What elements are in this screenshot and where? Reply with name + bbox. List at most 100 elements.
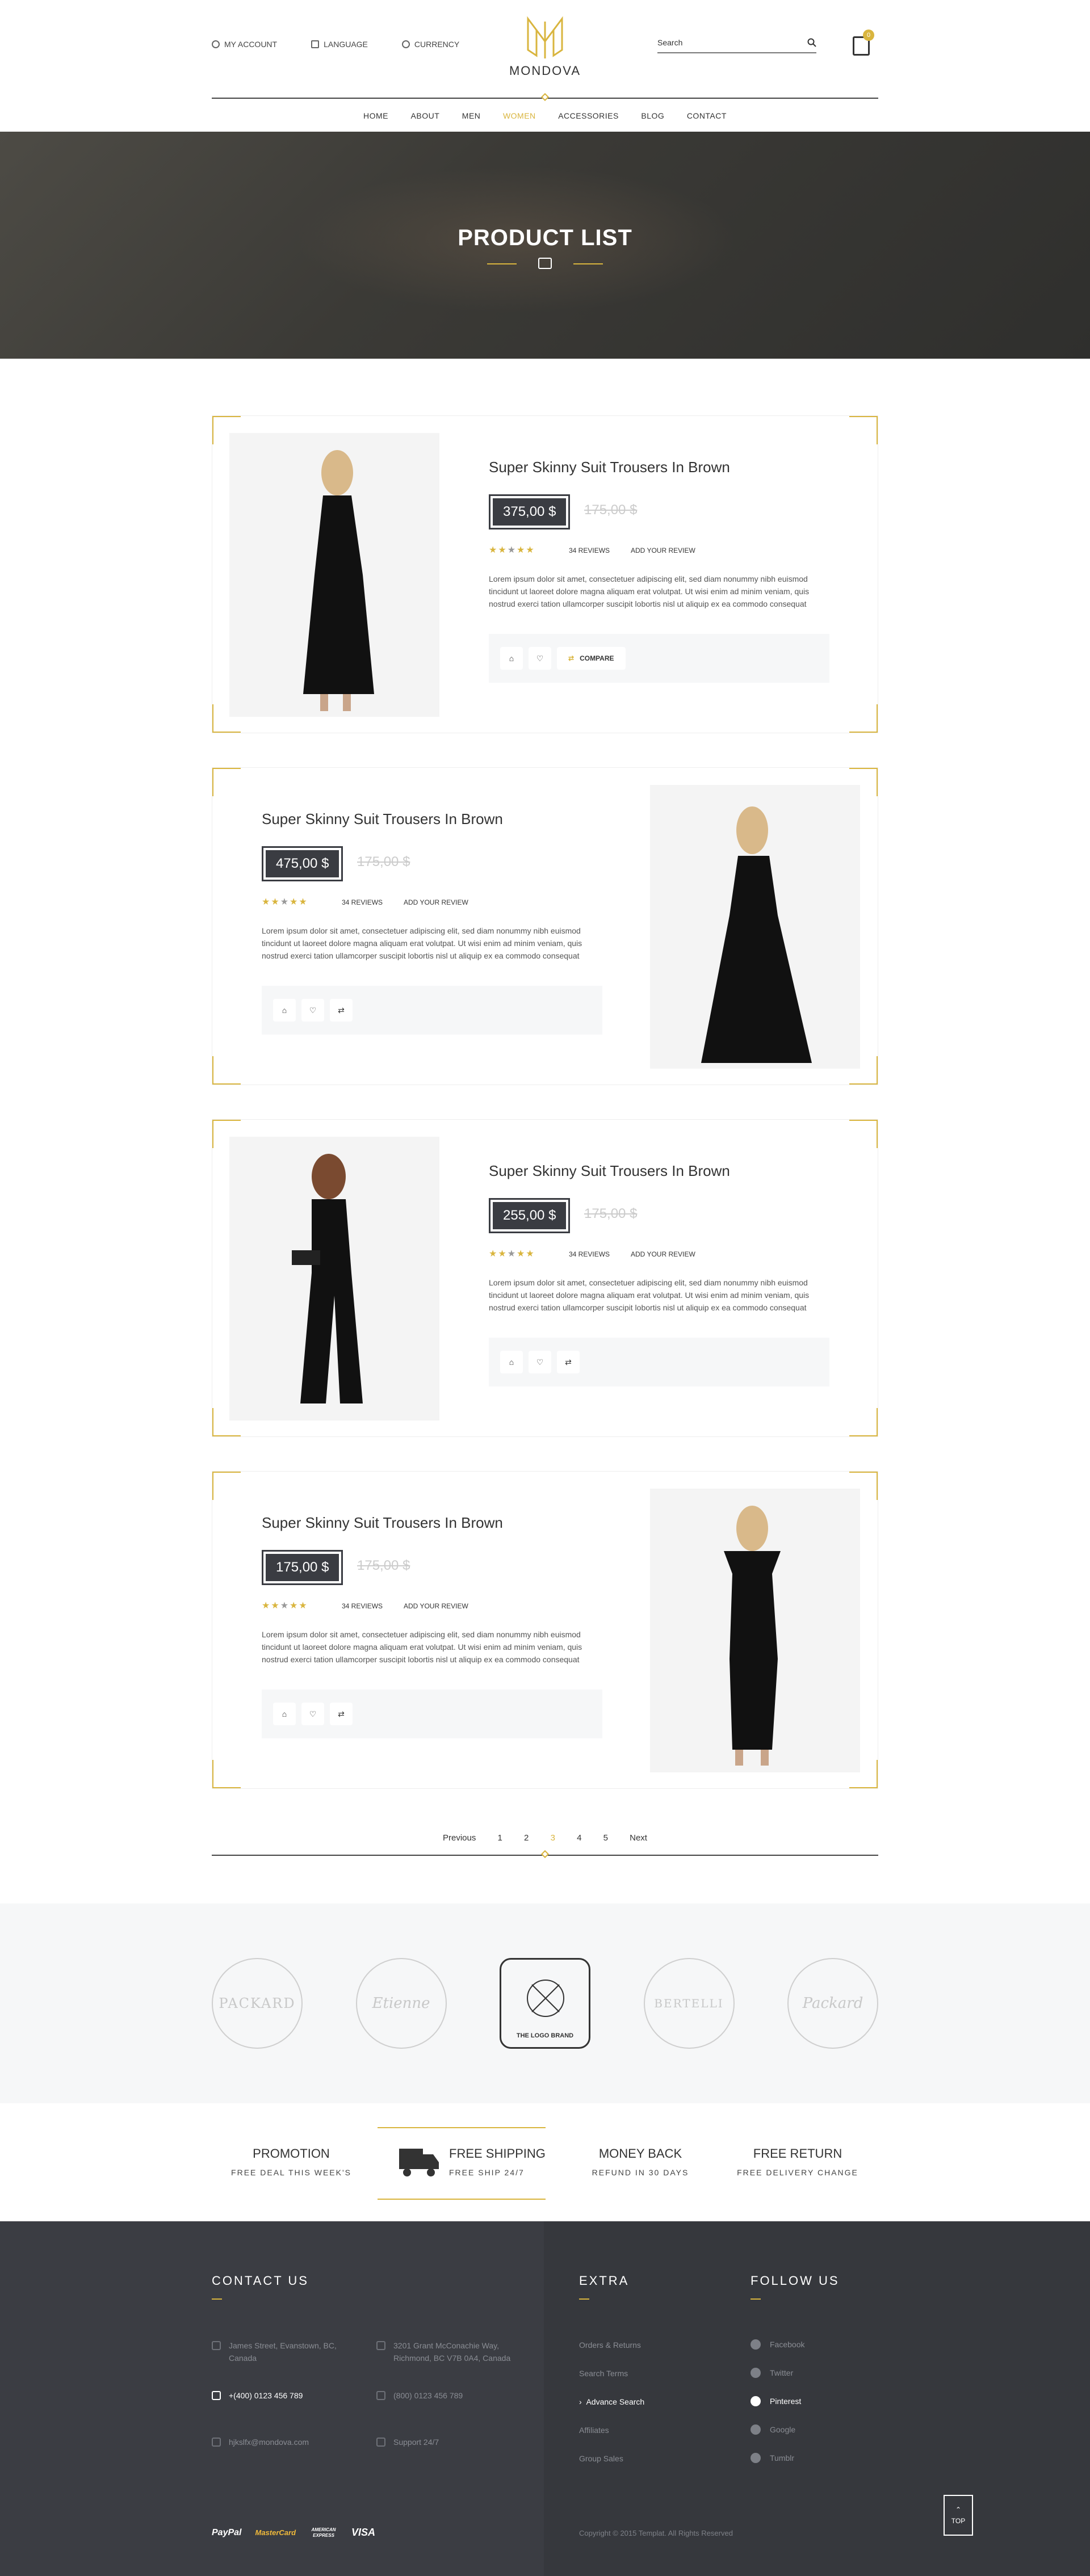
social-tumblr[interactable]: Tumblr (751, 2453, 794, 2463)
social-google[interactable]: Google (751, 2424, 795, 2435)
old-price: 175,00 $ (584, 1206, 638, 1221)
extra-link-affiliates[interactable]: Affiliates (579, 2426, 609, 2435)
product-image[interactable] (229, 1137, 439, 1421)
brand-logo[interactable]: Etienne (355, 1958, 447, 2049)
phone-icon (212, 2391, 221, 2400)
nav-accessories[interactable]: ACCESSORIES (558, 111, 619, 120)
add-review-link[interactable]: ADD YOUR REVIEW (404, 1602, 468, 1610)
rating-stars: ★★★★★ (262, 1601, 308, 1611)
contact-phone-1[interactable]: +(400) 0123 456 789 (212, 2389, 365, 2402)
nav-contact[interactable]: CONTACT (687, 111, 727, 120)
pagination: Previous 1 2 3 4 5 Next (443, 1833, 647, 1843)
social-facebook[interactable]: Facebook (751, 2339, 804, 2350)
wishlist-button[interactable]: ♡ (529, 647, 551, 670)
corner-tl (212, 1472, 241, 1500)
back-to-top-button[interactable]: ⌃ TOP (944, 2495, 973, 2536)
product-description: Lorem ipsum dolor sit amet, consectetuer… (489, 574, 810, 608)
product-name[interactable]: Super Skinny Suit Trousers In Brown (489, 459, 730, 476)
bag-icon: ⌂ (282, 1006, 287, 1015)
user-icon (212, 40, 220, 48)
compare-icon: ⇄ (338, 1005, 345, 1015)
price-badge: 375,00 $ (489, 494, 571, 530)
pagination-next[interactable]: Next (630, 1833, 647, 1843)
brand-logo[interactable]: Packard (787, 1958, 878, 2049)
search-icon[interactable] (807, 38, 816, 47)
add-to-cart-button[interactable]: ⌂ (273, 999, 296, 1022)
add-review-link[interactable]: ADD YOUR REVIEW (631, 1250, 695, 1258)
old-price: 175,00 $ (584, 502, 638, 518)
extra-title: EXTRA (579, 2274, 630, 2288)
language-link[interactable]: LANGUAGE (311, 40, 368, 49)
product-image[interactable] (650, 1489, 860, 1772)
extra-link-group-sales[interactable]: Group Sales (579, 2454, 623, 2463)
phone-icon (376, 2391, 385, 2400)
brand-logo-active[interactable]: THE LOGO BRAND (500, 1958, 590, 2049)
reviews-link[interactable]: 34 REVIEWS (342, 898, 383, 906)
page-5[interactable]: 5 (603, 1833, 608, 1843)
compare-button[interactable]: ⇄ (557, 1351, 580, 1373)
pinterest-icon (751, 2396, 761, 2406)
compare-button[interactable]: ⇄ COMPARE (557, 647, 626, 670)
extra-link-advance-search[interactable]: › Advance Search (579, 2397, 644, 2406)
compare-button[interactable]: ⇄ (330, 1703, 353, 1725)
add-to-cart-button[interactable]: ⌂ (500, 1351, 523, 1373)
wishlist-button[interactable]: ♡ (301, 999, 324, 1022)
follow-underline (751, 2298, 761, 2300)
compare-button[interactable]: ⇄ (330, 999, 353, 1022)
my-account-link[interactable]: MY ACCOUNT (212, 40, 277, 49)
reviews-link[interactable]: 34 REVIEWS (342, 1602, 383, 1610)
logo-icon[interactable] (522, 16, 568, 61)
contact-email[interactable]: hjkslfx@mondova.com (212, 2436, 365, 2448)
social-pinterest[interactable]: Pinterest (751, 2396, 801, 2406)
product-description: Lorem ipsum dolor sit amet, consectetuer… (262, 926, 582, 960)
currency-link[interactable]: CURRENCY (401, 40, 459, 49)
reviews-link[interactable]: 34 REVIEWS (569, 1250, 610, 1258)
nav-home[interactable]: HOME (363, 111, 388, 120)
search-input[interactable]: Search (657, 38, 682, 47)
add-review-link[interactable]: ADD YOUR REVIEW (631, 547, 695, 554)
price-badge: 255,00 $ (489, 1198, 571, 1233)
product-image[interactable] (650, 785, 860, 1069)
heart-icon: ♡ (536, 1357, 544, 1367)
image-icon (538, 258, 552, 269)
brand-logo[interactable]: BERTELLI (643, 1958, 735, 2049)
add-to-cart-button[interactable]: ⌂ (500, 647, 523, 670)
old-price: 175,00 $ (357, 854, 410, 869)
service-shipping: FREE SHIPPING FREE SHIP 24/7 (449, 2146, 546, 2177)
add-review-link[interactable]: ADD YOUR REVIEW (404, 898, 468, 906)
product-description: Lorem ipsum dolor sit amet, consectetuer… (262, 1630, 582, 1664)
reviews-link[interactable]: 34 REVIEWS (569, 547, 610, 554)
nav-about[interactable]: ABOUT (411, 111, 440, 120)
corner-tr (849, 1120, 878, 1148)
extra-link-search-terms[interactable]: Search Terms (579, 2369, 628, 2378)
product-name[interactable]: Super Skinny Suit Trousers In Brown (262, 810, 503, 828)
contact-phone-2[interactable]: (800) 0123 456 789 (376, 2389, 524, 2402)
product-image[interactable] (229, 433, 439, 717)
chevron-up-icon: ⌃ (955, 2506, 962, 2514)
contact-support: Support 24/7 (376, 2436, 524, 2448)
compare-icon: ⇄ (338, 1709, 345, 1718)
wishlist-button[interactable]: ♡ (301, 1703, 324, 1725)
product-name[interactable]: Super Skinny Suit Trousers In Brown (489, 1162, 730, 1180)
page-4[interactable]: 4 (577, 1833, 581, 1843)
corner-tr (849, 416, 878, 444)
page-1[interactable]: 1 (498, 1833, 502, 1843)
heart-icon: ♡ (536, 653, 544, 663)
wishlist-button[interactable]: ♡ (529, 1351, 551, 1373)
nav-men[interactable]: MEN (462, 111, 481, 120)
nav-blog[interactable]: BLOG (641, 111, 664, 120)
page-3[interactable]: 3 (551, 1833, 555, 1843)
search-field[interactable]: Search (657, 33, 816, 53)
add-to-cart-button[interactable]: ⌂ (273, 1703, 296, 1725)
facebook-icon (751, 2339, 761, 2350)
extra-link-orders[interactable]: Orders & Returns (579, 2340, 641, 2350)
product-name[interactable]: Super Skinny Suit Trousers In Brown (262, 1514, 503, 1532)
social-twitter[interactable]: Twitter (751, 2368, 793, 2378)
pagination-prev[interactable]: Previous (443, 1833, 476, 1843)
page-2[interactable]: 2 (524, 1833, 529, 1843)
brand-logo[interactable]: PACKARD (212, 1958, 303, 2049)
nav-women[interactable]: WOMEN (503, 111, 536, 120)
action-bar: ⌂ ♡ ⇄ (262, 986, 602, 1035)
currency-icon (401, 40, 410, 48)
brand-logos: PACKARD Etienne THE LOGO BRAND BERTELLI … (212, 1958, 878, 2049)
